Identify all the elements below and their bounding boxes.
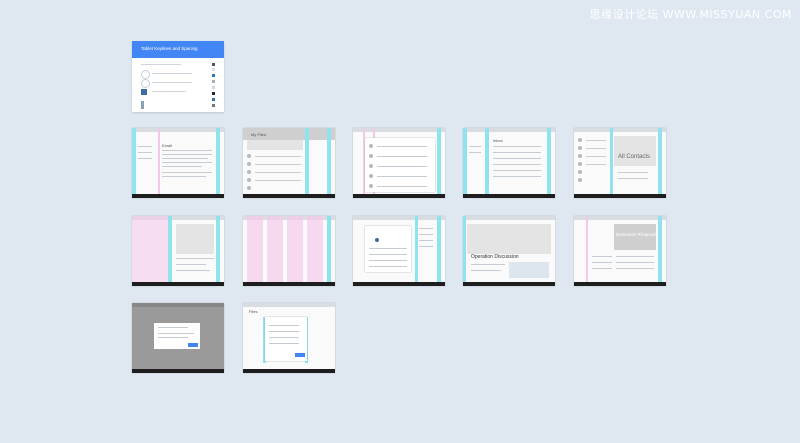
spec-sheet[interactable]: Tablet Keylines and Spacing	[132, 41, 224, 112]
thumbnail-my-files[interactable]: My Files	[243, 128, 335, 198]
thumbnail-files-dialog[interactable]: Files	[243, 303, 335, 373]
thumbnail-label: Files	[249, 309, 258, 314]
thumbnail-label: Operation Discussion	[471, 254, 519, 260]
thumbnail-email[interactable]: Email	[132, 128, 224, 198]
site-watermark: 思缘设计论坛 WWW.MISSYUAN.COM	[589, 8, 792, 21]
thumbnail-label: All Contacts	[618, 154, 651, 160]
thumbnail-label: Inbox	[493, 138, 503, 143]
spec-sheet-header: Tablet Keylines and Spacing	[132, 41, 224, 58]
thumbnail-label: Email	[162, 143, 173, 148]
thumbnail-label: My Files	[251, 132, 266, 137]
thumbnail-all-contacts[interactable]: All Contacts	[574, 128, 666, 198]
thumbnail-grid-columns[interactable]	[243, 216, 335, 286]
spec-sheet-title: Tablet Keylines and Spacing	[141, 46, 198, 51]
thumbnail-grid-pink[interactable]	[132, 216, 224, 286]
thumbnail-bohemian-rhapsody[interactable]: Bohemian Rhapsody	[574, 216, 666, 286]
thumbnail-list-detail[interactable]	[353, 128, 445, 198]
thumbnail-operation-discussion[interactable]: Operation Discussion	[463, 216, 555, 286]
thumbnail-inbox[interactable]: Inbox	[463, 128, 555, 198]
thumbnail-label: Bohemian Rhapsody	[616, 232, 658, 237]
thumbnail-dialog[interactable]	[132, 303, 224, 373]
thumbnail-date-picker[interactable]	[353, 216, 445, 286]
